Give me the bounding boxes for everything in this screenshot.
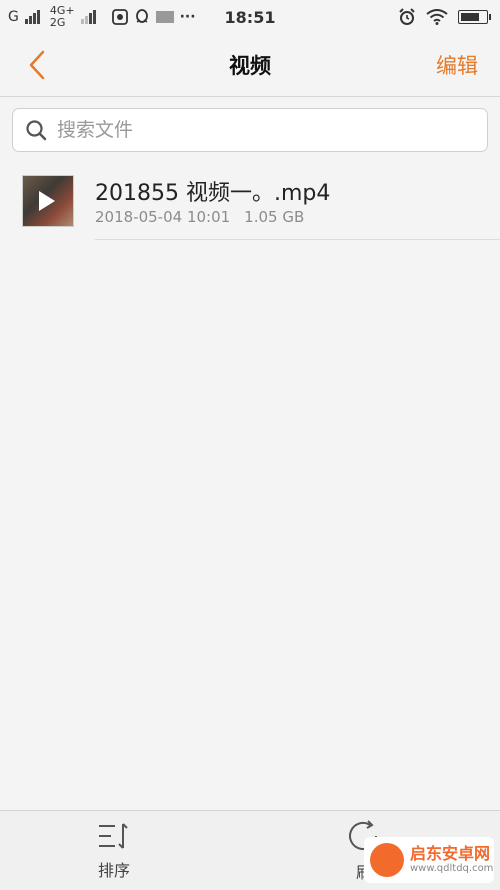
file-name: 201855 视频一。.mp4 [95,181,331,206]
sort-icon [99,822,128,849]
header-divider [0,96,500,97]
list-item[interactable]: 201855 视频一。.mp4 2018-05-04 10:01 1.05 GB [0,160,500,240]
row-divider [95,239,500,240]
file-size: 1.05 GB [244,208,305,226]
page-title: 视频 [229,54,271,78]
play-icon [39,191,55,211]
search-icon [26,120,47,141]
watermark-logo-icon [370,843,404,877]
edit-button[interactable]: 编辑 [436,34,478,96]
wifi-icon [426,9,448,25]
watermark-url: www.qdltdq.com [410,863,494,874]
video-thumbnail [22,175,74,227]
status-bar: G 4G+ 2G ··· 18:51 [0,0,500,34]
file-list: 201855 视频一。.mp4 2018-05-04 10:01 1.05 GB [0,160,500,240]
search-input[interactable] [55,118,459,142]
battery-icon [458,10,491,24]
file-date: 2018-05-04 10:01 [95,208,231,226]
file-meta: 2018-05-04 10:01 1.05 GB [95,208,304,226]
top-app-bar: 视频 编辑 [0,34,500,96]
search-box[interactable] [12,108,488,152]
watermark: 启东安卓网 www.qdltdq.com [364,837,494,883]
alarm-icon [399,8,415,25]
sort-button[interactable]: 排序 [82,811,146,890]
watermark-name: 启东安卓网 [410,844,491,863]
sort-label: 排序 [97,860,130,880]
watermark-text: 启东安卓网 www.qdltdq.com [410,845,493,875]
status-right [398,0,491,34]
